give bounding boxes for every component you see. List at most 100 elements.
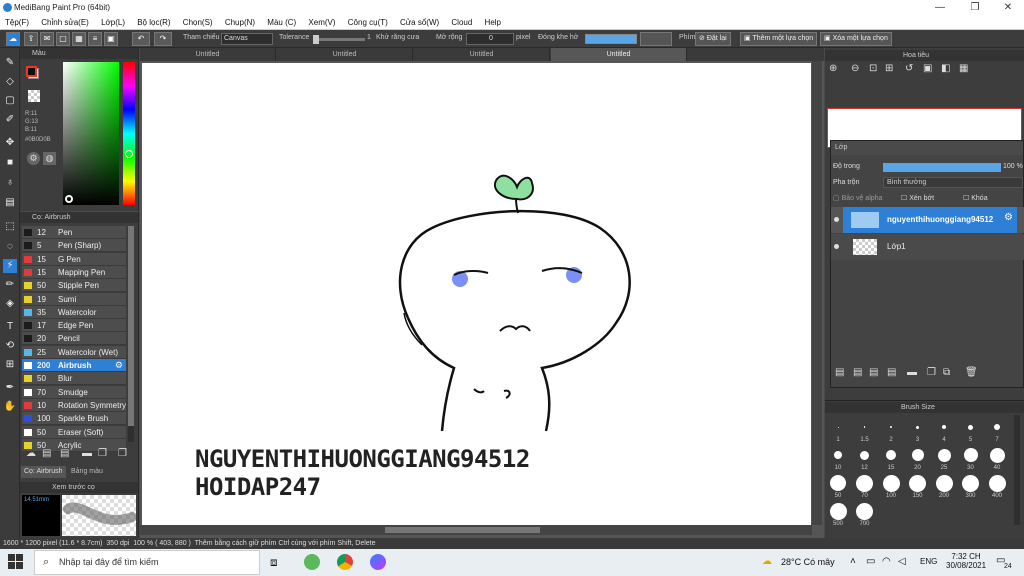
visibility-icon[interactable]	[834, 217, 839, 222]
lock-checkbox[interactable]: ☐ Khóa	[963, 194, 988, 202]
layer-settings-icon[interactable]: ⚙	[1004, 212, 1013, 223]
brush-size-dot[interactable]	[834, 451, 842, 459]
brush-size-dot[interactable]	[988, 474, 1006, 492]
brush-row[interactable]: 35 Watercolor	[22, 305, 126, 319]
divide-tool-icon[interactable]: ⊞	[3, 358, 17, 372]
close-button[interactable]: ✕	[998, 1, 1018, 14]
gradient-tool-icon[interactable]: ▤	[3, 196, 17, 210]
brush-tool-icon[interactable]: ✎	[3, 56, 17, 70]
brush-size-dot[interactable]	[963, 448, 978, 462]
brush-size-dot[interactable]	[911, 449, 924, 461]
brush-size-dot[interactable]	[886, 450, 896, 460]
brush-size-dot[interactable]	[942, 425, 946, 429]
brush-size-dot[interactable]	[863, 426, 866, 428]
maximize-button[interactable]: ❐	[965, 1, 985, 14]
menu-cloud[interactable]: Cloud	[446, 16, 477, 30]
brush-row[interactable]: 15 Mapping Pen	[22, 265, 126, 279]
brush-size-dot[interactable]	[937, 448, 951, 462]
duplicate-layer-icon[interactable]: ❐	[927, 367, 936, 378]
merge-layer-icon[interactable]: ⧉	[943, 367, 950, 378]
brush-size-dot[interactable]	[994, 424, 1000, 430]
menu-layer[interactable]: Lớp(L)	[96, 16, 130, 30]
blend-select[interactable]: Bình thường	[883, 177, 1023, 188]
undo-icon[interactable]: ↶	[132, 32, 150, 46]
weather-text[interactable]: 28°C Có mây	[781, 557, 835, 567]
tab-untitled-3[interactable]: Untitled	[414, 48, 550, 61]
close-gap-level[interactable]	[585, 34, 637, 44]
horizontal-scroll-thumb[interactable]	[385, 527, 540, 533]
copy-brush-icon[interactable]: ❐	[98, 448, 107, 459]
flip-icon[interactable]: ◧	[941, 63, 950, 74]
pen-tool-icon[interactable]: ✐	[3, 113, 17, 127]
app-icon-1[interactable]	[304, 554, 320, 570]
eraser-tool-icon[interactable]: ◇	[3, 75, 17, 89]
new-1bit-layer-icon[interactable]: ▤	[869, 367, 878, 378]
brush-row[interactable]: 50 Blur	[22, 372, 126, 386]
tray-chevron-icon[interactable]: ˄	[850, 556, 856, 567]
fill-rect-icon[interactable]: ■	[3, 156, 17, 170]
brush-size-dot[interactable]	[909, 474, 926, 492]
rotate-reset-icon[interactable]: ▣	[923, 63, 932, 74]
tab-untitled-2[interactable]: Untitled	[277, 48, 413, 61]
redo-icon[interactable]: ↷	[154, 32, 172, 46]
delete-brush-icon[interactable]: ❐	[118, 448, 127, 459]
tab-palette[interactable]: Bảng màu	[68, 466, 106, 478]
brush-row[interactable]: 200 Airbrush ⚙	[22, 359, 126, 372]
brush-row[interactable]: 100 Sparkle Brush	[22, 412, 126, 426]
move-tool-icon[interactable]: ✥	[3, 136, 17, 150]
saturation-value-square[interactable]	[63, 62, 119, 205]
new-canvas-icon[interactable]: ▢	[56, 32, 70, 46]
reset-button[interactable]: ⊘ Đặt lại	[695, 32, 731, 46]
antialias-checkbox[interactable]: Khử răng cưa	[376, 34, 419, 41]
brush-size-scrollbar[interactable]	[1014, 415, 1020, 525]
tolerance-handle[interactable]	[313, 35, 319, 44]
menu-tools[interactable]: Công cụ(T)	[343, 16, 393, 30]
add-selection-button[interactable]: ▣ Thêm một lựa chọn	[740, 32, 818, 46]
transparent-swatch[interactable]	[28, 90, 40, 102]
brush-scrollbar[interactable]	[128, 226, 134, 442]
windows-start-icon[interactable]	[8, 554, 24, 570]
lasso-tool-icon[interactable]: ◌	[3, 240, 17, 254]
actual-size-icon[interactable]: ⊞	[885, 63, 893, 74]
menu-edit[interactable]: Chỉnh sửa(E)	[36, 16, 94, 30]
menu-snap[interactable]: Chụp(N)	[220, 16, 260, 30]
menu-window[interactable]: Cửa sổ(W)	[395, 16, 444, 30]
layer-row[interactable]: Lớp1	[831, 234, 1024, 260]
menu-select[interactable]: Chọn(S)	[178, 16, 218, 30]
chrome-icon[interactable]	[337, 554, 353, 570]
hand-tool-icon[interactable]: ✋	[3, 400, 17, 414]
lock-view-icon[interactable]: ▦	[959, 63, 968, 74]
brush-row[interactable]: 70 Smudge	[22, 385, 126, 399]
brush-row[interactable]: 19 Sumi	[22, 292, 126, 306]
brush-size-dot[interactable]	[989, 447, 1005, 463]
new-halftone-layer-icon[interactable]: ▤	[853, 367, 862, 378]
folder-icon[interactable]: ▬	[82, 448, 92, 459]
brush-row[interactable]: 15 G Pen	[22, 252, 126, 266]
visibility-icon[interactable]	[834, 244, 839, 249]
remove-selection-button[interactable]: ▣ Xóa một lựa chọn	[820, 32, 892, 46]
brush-size-dot[interactable]	[829, 502, 847, 520]
hue-cursor[interactable]	[125, 150, 133, 158]
brush-settings-icon[interactable]: ⚙	[115, 359, 123, 372]
grid-icon[interactable]: ▦	[72, 32, 86, 46]
frame-icon[interactable]: ▣	[104, 32, 118, 46]
brush-row[interactable]: 25 Watercolor (Wet)	[22, 345, 126, 359]
tab-brush[interactable]: Cọ: Airbrush	[21, 466, 66, 478]
brush-row[interactable]: 20 Pencil	[22, 332, 126, 346]
fit-icon[interactable]: ⊡	[869, 63, 877, 74]
hue-slider[interactable]	[123, 62, 135, 205]
horizontal-scrollbar[interactable]	[140, 525, 812, 535]
brush-row[interactable]: 5 Pen (Sharp)	[22, 239, 126, 253]
brush-row[interactable]: 10 Rotation Symmetry	[22, 398, 126, 412]
brush-row[interactable]: 12 Pen	[22, 226, 126, 239]
minimize-button[interactable]: —	[930, 1, 950, 14]
menu-help[interactable]: Help	[480, 16, 506, 30]
brush-row[interactable]: 17 Edge Pen	[22, 319, 126, 333]
tolerance-slider[interactable]	[313, 38, 365, 41]
new-brush-icon[interactable]: ▤	[42, 448, 51, 459]
brush-size-dot[interactable]	[856, 502, 873, 520]
clipping-checkbox[interactable]: ☐ Xén bớt	[901, 194, 934, 202]
menu-view[interactable]: Xem(V)	[303, 16, 340, 30]
close-gap-checkbox[interactable]: Đóng khe hở	[538, 34, 578, 41]
brush-size-dot[interactable]	[890, 426, 892, 428]
